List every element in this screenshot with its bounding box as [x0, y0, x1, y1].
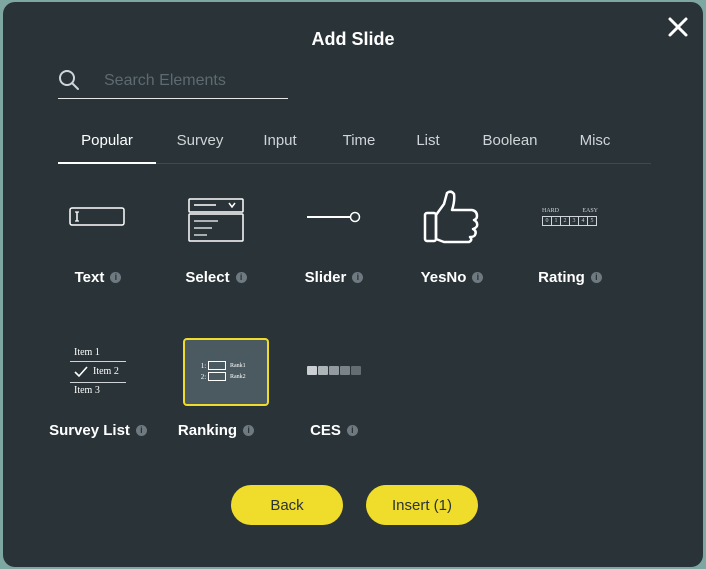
- rating-scale-icon: HARD EASY 0 1 2 3 4 5: [515, 187, 625, 247]
- element-label: Rating: [538, 269, 585, 286]
- element-yesno[interactable]: YesNo i: [397, 187, 507, 292]
- ranking-box: [208, 361, 226, 370]
- check-icon: [74, 366, 88, 378]
- survey-list-item: Item 2: [93, 366, 119, 377]
- dialog-title: Add Slide: [311, 29, 395, 49]
- tab-boolean[interactable]: Boolean: [474, 120, 546, 163]
- info-icon[interactable]: i: [110, 272, 122, 283]
- ranking-label: Rank2: [230, 373, 246, 380]
- rating-box: 5: [587, 216, 597, 226]
- insert-button[interactable]: Insert (1): [366, 485, 478, 525]
- ranking-number: 1:: [200, 361, 207, 370]
- element-label: Survey List: [49, 422, 130, 439]
- text-field-icon: [43, 187, 153, 247]
- close-icon[interactable]: [667, 16, 689, 38]
- tab-misc[interactable]: Misc: [570, 120, 620, 163]
- info-icon[interactable]: i: [590, 272, 602, 283]
- element-survey-list[interactable]: Item 1 Item 2 Item 3 Survey List i: [43, 338, 153, 444]
- thumbs-up-icon: [397, 187, 507, 247]
- info-icon[interactable]: i: [472, 272, 484, 283]
- element-text[interactable]: Text i: [43, 187, 153, 292]
- tab-list[interactable]: List: [406, 120, 450, 163]
- element-label: YesNo: [420, 269, 467, 286]
- tab-survey[interactable]: Survey: [166, 120, 234, 163]
- slider-icon: [279, 187, 389, 247]
- tab-input[interactable]: Input: [251, 120, 309, 163]
- ranking-label: Rank1: [230, 362, 246, 369]
- element-label: Text: [74, 269, 105, 286]
- select-dropdown-icon: [161, 187, 271, 247]
- ranking-box: [208, 372, 226, 381]
- category-tabs: Popular Survey Input Time List Boolean M…: [58, 120, 651, 164]
- survey-list-item: Item 3: [74, 385, 100, 396]
- tab-popular[interactable]: Popular: [58, 120, 156, 164]
- element-ranking[interactable]: 1: Rank1 2: Rank2 Ranking i: [161, 338, 271, 444]
- search-input[interactable]: [102, 68, 286, 94]
- ces-scale-icon: [279, 338, 389, 402]
- info-icon[interactable]: i: [235, 272, 247, 283]
- tab-time[interactable]: Time: [332, 120, 386, 163]
- info-icon[interactable]: i: [135, 425, 147, 436]
- element-ces[interactable]: CES i: [279, 338, 389, 444]
- element-rating[interactable]: HARD EASY 0 1 2 3 4 5 Rating i: [515, 187, 625, 292]
- add-slide-dialog: Add Slide Popular Survey Input Time List…: [3, 2, 703, 567]
- element-select[interactable]: Select i: [161, 187, 271, 292]
- element-label: Ranking: [177, 422, 238, 439]
- rating-high-label: EASY: [582, 208, 598, 214]
- rating-low-label: HARD: [542, 208, 560, 214]
- ranking-selected-tile[interactable]: 1: Rank1 2: Rank2: [183, 338, 269, 406]
- search-icon: [59, 70, 79, 90]
- survey-list-icon: Item 1 Item 2 Item 3: [43, 338, 153, 406]
- element-label: Slider: [304, 269, 347, 286]
- info-icon[interactable]: i: [243, 425, 255, 436]
- element-slider[interactable]: Slider i: [279, 187, 389, 292]
- ranking-number: 2:: [200, 372, 207, 381]
- element-label: Select: [185, 269, 230, 286]
- info-icon[interactable]: i: [346, 425, 358, 436]
- info-icon[interactable]: i: [352, 272, 364, 283]
- search-box: [58, 64, 288, 99]
- back-button[interactable]: Back: [231, 485, 343, 525]
- element-label: CES: [310, 422, 341, 439]
- ranking-icon: 1: Rank1 2: Rank2: [199, 360, 246, 382]
- survey-list-item: Item 1: [74, 347, 100, 358]
